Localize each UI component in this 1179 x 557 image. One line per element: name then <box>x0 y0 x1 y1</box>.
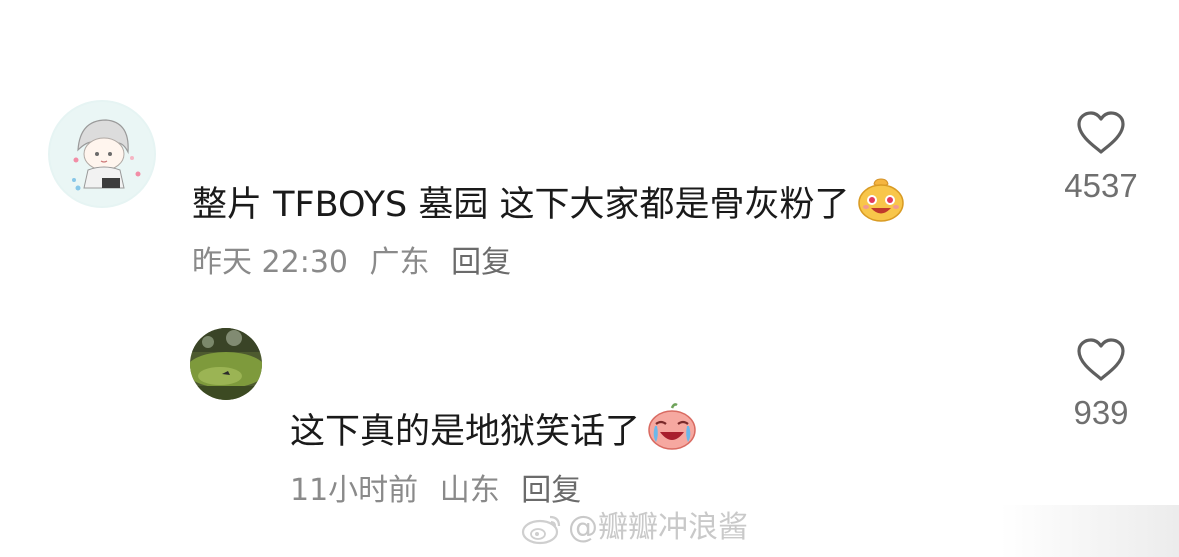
avatar[interactable] <box>190 328 262 400</box>
watermark: @瓣瓣冲浪酱 <box>520 508 748 548</box>
like-button[interactable]: 4537 <box>1036 110 1166 206</box>
like-button[interactable]: 939 <box>1036 337 1166 433</box>
like-count: 4537 <box>1064 167 1138 204</box>
comment-text: 这下真的是地狱笑话了 <box>290 402 698 461</box>
heart-icon <box>1077 338 1125 381</box>
like-count: 939 <box>1073 394 1129 431</box>
crying-laughing-face-emoji <box>646 402 698 461</box>
reply-button[interactable]: 回复 <box>451 245 511 280</box>
comment-time: 昨天 22:30 <box>192 245 348 280</box>
comment-meta: 11小时前 山东 回复 <box>290 473 593 509</box>
weibo-logo-icon <box>521 515 561 545</box>
reply-button[interactable]: 回复 <box>521 473 581 508</box>
comment-location: 山东 <box>439 473 500 508</box>
comment-time: 11小时前 <box>290 473 419 508</box>
comment-location: 广东 <box>369 245 430 280</box>
watermark-text: @瓣瓣冲浪酱 <box>568 510 748 545</box>
heart-icon <box>1077 111 1125 154</box>
comment-body: 整片 TFBOYS 墓园 这下大家都是骨灰粉了 <box>192 184 850 225</box>
avatar[interactable] <box>48 100 156 208</box>
comment-meta: 昨天 22:30 广东 回复 <box>192 245 523 281</box>
comment-text: 整片 TFBOYS 墓园 这下大家都是骨灰粉了 <box>192 175 906 234</box>
grinning-face-emoji <box>856 175 906 234</box>
comment-body: 这下真的是地狱笑话了 <box>290 411 641 452</box>
edge-shadow <box>1000 505 1179 557</box>
